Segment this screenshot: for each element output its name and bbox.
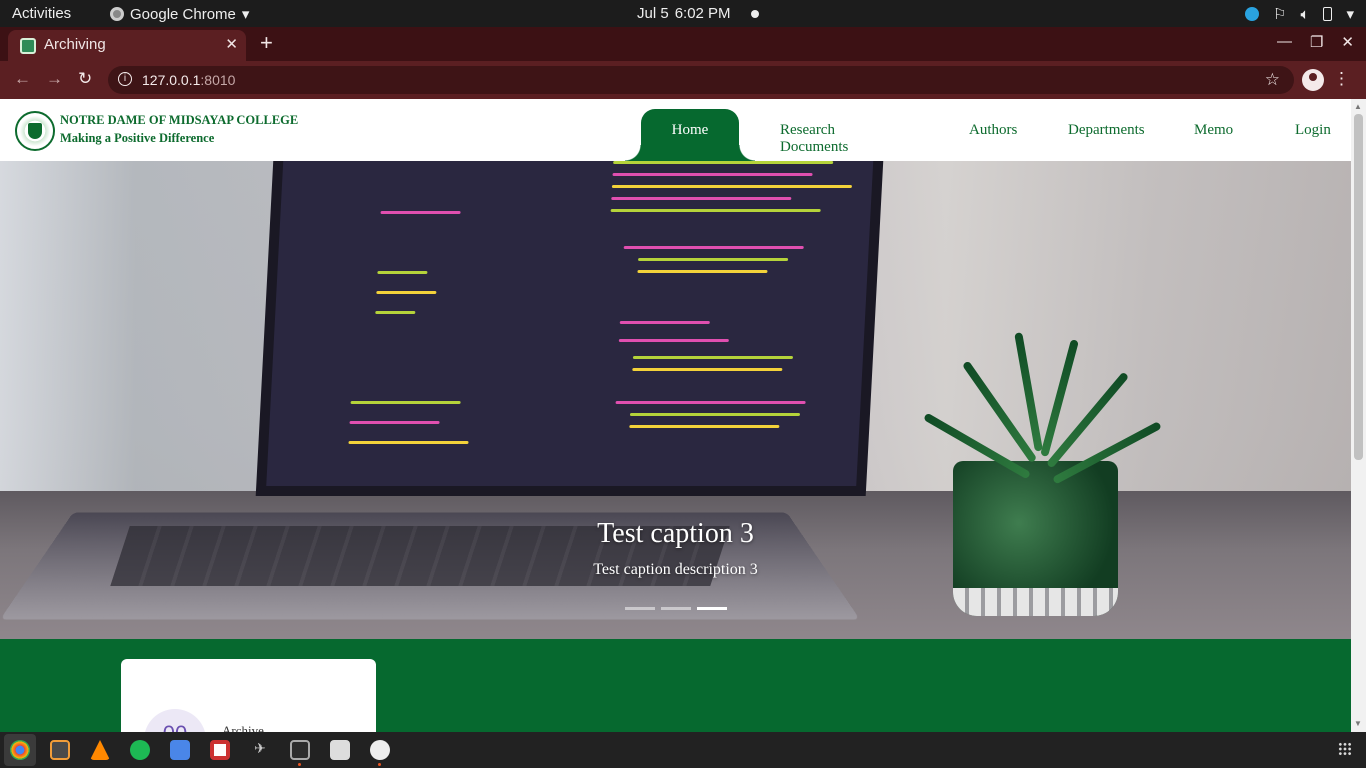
clock-date: Jul 5 <box>637 5 669 22</box>
wifi-icon[interactable]: ⚐ <box>1273 5 1286 23</box>
spotify-launcher-icon[interactable] <box>130 740 150 760</box>
carousel-indicator-2[interactable] <box>661 607 691 610</box>
minimize-icon[interactable]: — <box>1277 33 1292 51</box>
telegram-icon[interactable] <box>1245 7 1259 21</box>
close-tab-icon[interactable]: ✕ <box>225 35 238 53</box>
taskbar: ✈ <box>0 732 1366 768</box>
app-menu[interactable]: Google Chrome ▾ <box>110 5 249 23</box>
carousel-caption-title: Test caption 3 <box>597 518 754 549</box>
pot-rim <box>953 588 1118 616</box>
bookmark-star-icon[interactable]: ☆ <box>1265 70 1280 90</box>
hero-carousel[interactable]: Test caption 3 Test caption description … <box>0 161 1351 639</box>
brand-name: NOTRE DAME OF MIDSAYAP COLLEGE <box>60 113 299 127</box>
nav-login[interactable]: Login <box>1295 122 1331 139</box>
scrollbar-thumb[interactable] <box>1354 114 1363 460</box>
url-host: 127.0.0.1 <box>142 72 201 88</box>
vlc-launcher-icon[interactable] <box>90 740 110 760</box>
tab-title: Archiving <box>44 36 106 53</box>
system-top-bar: Activities Google Chrome ▾ Jul 5 6:02 PM… <box>0 0 1366 27</box>
url-port: :8010 <box>200 72 236 88</box>
tool-launcher-icon[interactable]: ✈ <box>250 740 270 760</box>
app-menu-label: Google Chrome <box>130 5 236 23</box>
college-seal-logo[interactable] <box>15 111 55 151</box>
page-viewport: NOTRE DAME OF MIDSAYAP COLLEGE Making a … <box>0 99 1351 732</box>
text-editor-launcher-icon[interactable] <box>170 740 190 760</box>
tab-archiving[interactable]: Archiving ✕ <box>8 30 246 61</box>
nav-departments[interactable]: Departments <box>1068 122 1145 139</box>
scroll-down-icon[interactable]: ▼ <box>1354 719 1362 728</box>
clock-time: 6:02 PM <box>674 5 731 22</box>
cards-launcher-icon[interactable] <box>210 740 230 760</box>
show-applications-icon[interactable] <box>1338 742 1352 756</box>
system-tray[interactable]: ⚐ 🔈︎ ▾ <box>1245 5 1354 23</box>
back-icon[interactable]: ← <box>14 69 31 89</box>
new-tab-button[interactable]: + <box>260 30 273 56</box>
tab-strip: Archiving ✕ + — ❐ ✕ <box>0 27 1366 61</box>
activities-button[interactable]: Activities <box>12 5 71 22</box>
restore-icon[interactable]: ❐ <box>1310 33 1323 51</box>
software-updater-launcher-icon[interactable] <box>370 740 390 760</box>
notification-dot-icon <box>750 9 759 18</box>
profile-avatar-icon[interactable] <box>1302 69 1324 91</box>
window-controls: — ❐ ✕ <box>1277 33 1354 51</box>
site-header: NOTRE DAME OF MIDSAYAP COLLEGE Making a … <box>0 99 1351 161</box>
files-launcher-icon[interactable] <box>330 740 350 760</box>
close-window-icon[interactable]: ✕ <box>1341 33 1354 51</box>
caret-down-icon: ▾ <box>241 6 250 23</box>
page-scrollbar[interactable]: ▲ ▼ <box>1351 99 1366 732</box>
archive-card-label: Archive <box>222 723 264 732</box>
browser-toolbar: ← → ↻ i 127.0.0.1:8010 ☆ ⋮ <box>0 61 1366 99</box>
chrome-menu-icon[interactable]: ⋮ <box>1333 69 1350 89</box>
nav-memo[interactable]: Memo <box>1194 122 1233 139</box>
archive-count-badge: 00 <box>144 709 206 732</box>
laptop-screen-image <box>255 161 885 496</box>
address-bar[interactable]: i 127.0.0.1:8010 ☆ <box>108 66 1294 94</box>
battery-icon[interactable] <box>1323 7 1333 21</box>
nav-home[interactable]: Home <box>625 109 755 161</box>
nav-authors[interactable]: Authors <box>969 122 1017 139</box>
nav-research-documents[interactable]: Research Documents <box>780 122 848 156</box>
sublime-text-launcher-icon[interactable] <box>50 740 70 760</box>
carousel-indicators <box>625 607 727 610</box>
volume-icon[interactable]: 🔈︎ <box>1300 6 1309 23</box>
running-indicator <box>298 763 301 766</box>
carousel-indicator-3[interactable] <box>697 607 727 610</box>
archive-card[interactable]: 00 Archive <box>121 659 376 732</box>
brand-tagline: Making a Positive Difference <box>60 131 215 145</box>
clock[interactable]: Jul 5 6:02 PM <box>637 5 759 22</box>
scroll-up-icon[interactable]: ▲ <box>1354 102 1362 111</box>
url-text: 127.0.0.1:8010 <box>142 72 235 88</box>
reload-icon[interactable]: ↻ <box>78 69 92 89</box>
terminal-launcher-icon[interactable] <box>290 740 310 760</box>
running-indicator <box>378 763 381 766</box>
carousel-indicator-1[interactable] <box>625 607 655 610</box>
site-favicon-icon <box>20 38 36 54</box>
chrome-icon <box>110 7 124 21</box>
power-menu-icon[interactable]: ▾ <box>1346 5 1354 23</box>
forward-icon[interactable]: → <box>46 69 63 89</box>
stats-section: 00 Archive <box>0 639 1351 732</box>
chrome-launcher-icon[interactable] <box>10 740 30 760</box>
site-info-icon[interactable]: i <box>118 72 132 86</box>
carousel-caption-description: Test caption description 3 <box>593 561 758 578</box>
